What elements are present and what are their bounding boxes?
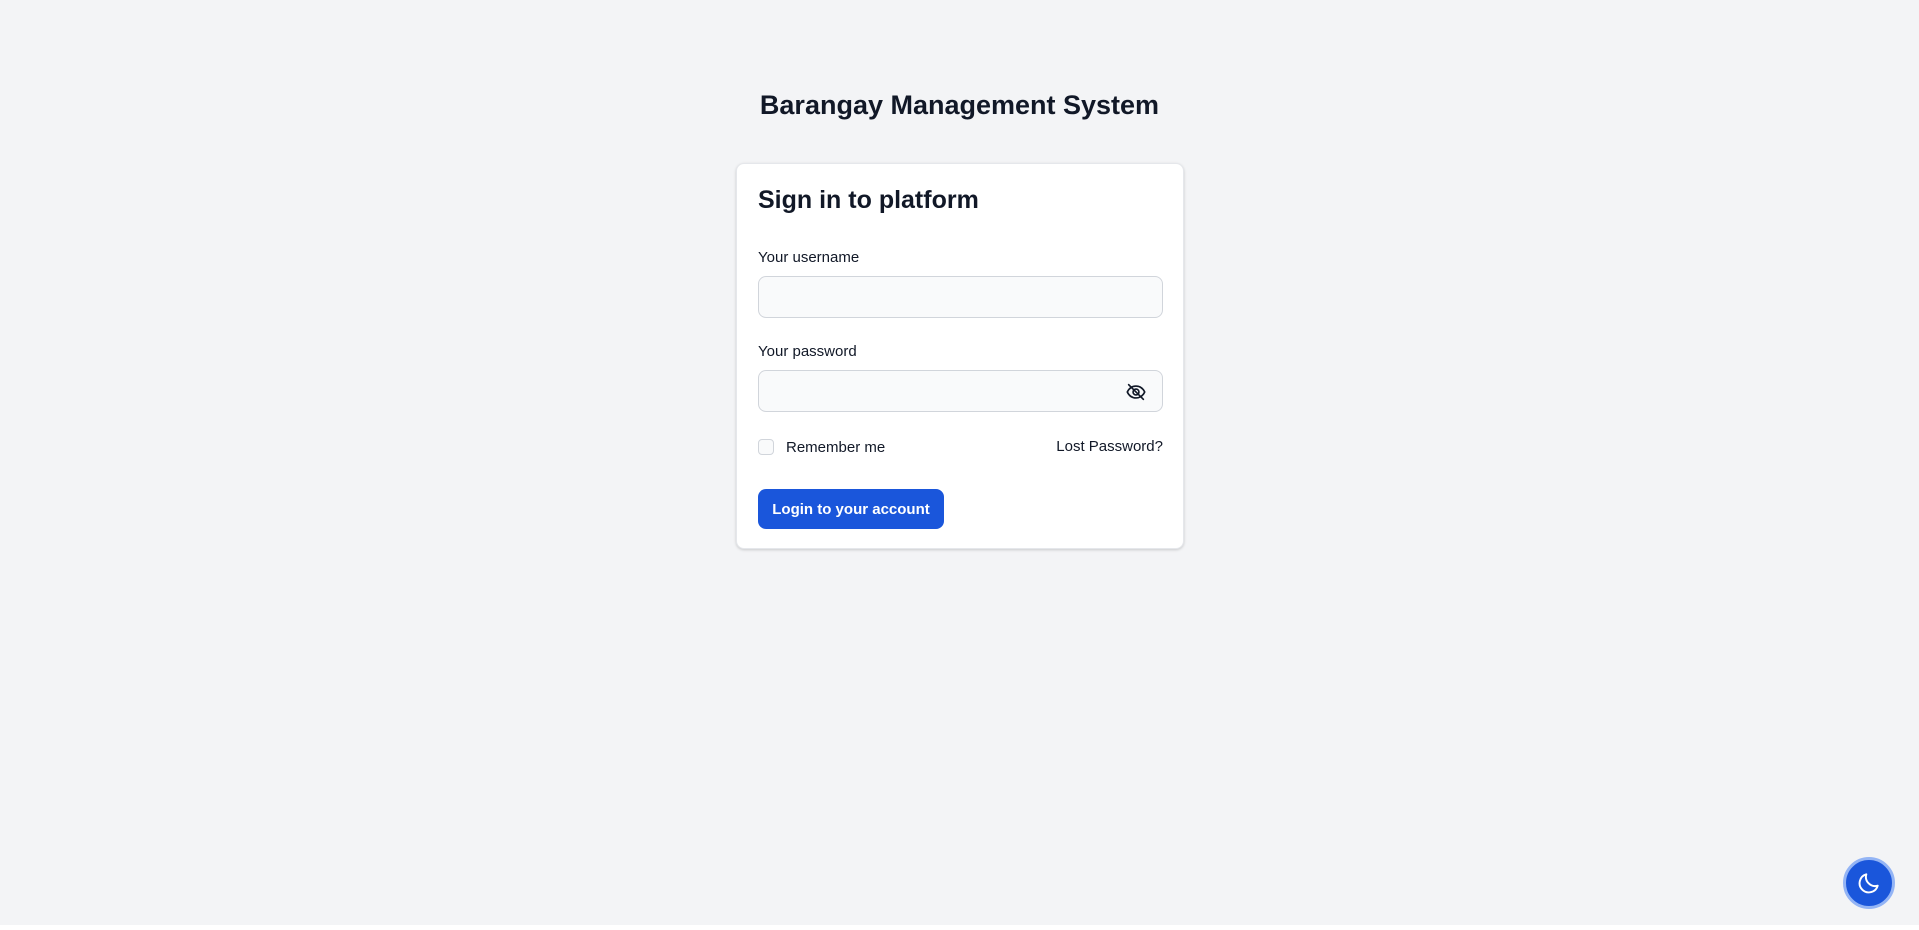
lost-password-link[interactable]: Lost Password?	[1056, 438, 1163, 455]
username-input[interactable]	[758, 276, 1163, 318]
username-label: Your username	[758, 249, 860, 266]
login-page: Barangay Management System Sign in to pl…	[0, 0, 1919, 925]
password-label: Your password	[758, 343, 857, 360]
password-input[interactable]	[758, 370, 1163, 412]
remember-me-label: Remember me	[786, 438, 886, 456]
remember-me-checkbox[interactable]	[758, 439, 774, 455]
moon-icon	[1856, 870, 1882, 896]
eye-slash-icon[interactable]	[1124, 380, 1148, 404]
app-title: Barangay Management System	[759, 90, 1160, 120]
login-button[interactable]: Login to your account	[758, 489, 944, 529]
card-title: Sign in to platform	[758, 186, 979, 214]
theme-toggle-button[interactable]	[1843, 857, 1895, 909]
login-card: Sign in to platform Your username Your p…	[736, 163, 1184, 549]
remember-me: Remember me	[758, 437, 885, 457]
